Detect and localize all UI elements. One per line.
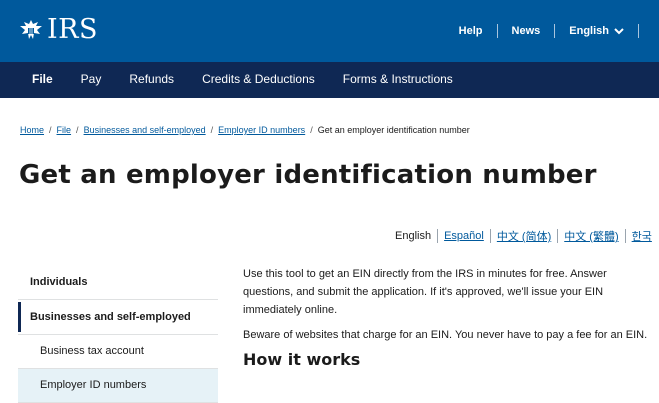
site-header: IRS Help News English [0,0,659,62]
language-link-chinese-traditional[interactable]: 中文 (繁體) [564,228,618,244]
eagle-icon [20,20,42,39]
language-current: English [395,230,432,242]
language-link-spanish[interactable]: Español [444,230,484,242]
section-heading: How it works [243,350,361,369]
page-title: Get an employer identification number [19,160,597,190]
language-divider [557,229,559,243]
breadcrumb-home[interactable]: Home [20,125,44,135]
language-divider [489,229,491,243]
language-link-chinese-simplified[interactable]: 中文 (简体) [497,228,551,244]
language-bar: English Español 中文 (简体) 中文 (繁體) 한국 [395,228,652,244]
logo-wordmark: IRS [47,14,98,45]
sidebar-nav: Individuals Businesses and self-employed… [18,265,218,403]
language-divider [624,229,626,243]
breadcrumb-businesses[interactable]: Businesses and self-employed [84,125,206,135]
sidebar-item-business-tax-account[interactable]: Business tax account [18,335,218,369]
main-content: Use this tool to get an EIN directly fro… [243,265,653,369]
utility-divider [554,24,556,38]
utility-divider [496,24,498,38]
breadcrumb-current: Get an employer identification number [317,125,470,135]
breadcrumb: Home / File / Businesses and self-employed / E… [20,125,470,135]
irs-logo[interactable]: IRS [18,12,98,48]
help-link[interactable]: Help [459,25,483,37]
breadcrumb-employer-id[interactable]: Employer ID numbers [218,125,305,135]
nav-item-file[interactable]: File [18,62,67,100]
nav-item-credits-deductions[interactable]: Credits & Deductions [188,62,329,98]
nav-item-pay[interactable]: Pay [67,62,116,98]
nav-item-forms-instructions[interactable]: Forms & Instructions [329,62,467,98]
main-nav: File Pay Refunds Credits & Deductions Fo… [0,62,659,100]
language-selector[interactable]: English [569,25,624,37]
nav-item-refunds[interactable]: Refunds [115,62,188,98]
warning-paragraph: Beware of websites that charge for an EI… [243,329,648,341]
breadcrumb-file[interactable]: File [57,125,72,135]
utility-nav: Help News English [459,22,653,40]
language-link-korean[interactable]: 한국 [632,228,652,244]
language-divider [437,229,439,243]
chevron-down-icon [614,27,624,34]
utility-divider [638,24,639,38]
sidebar-item-businesses[interactable]: Businesses and self-employed [18,300,218,335]
sidebar-item-individuals[interactable]: Individuals [18,265,218,300]
sidebar-item-employer-id-numbers[interactable]: Employer ID numbers [18,369,218,403]
language-selector-label: English [569,25,609,37]
intro-paragraph: Use this tool to get an EIN directly fro… [243,268,607,316]
news-link[interactable]: News [512,25,541,37]
